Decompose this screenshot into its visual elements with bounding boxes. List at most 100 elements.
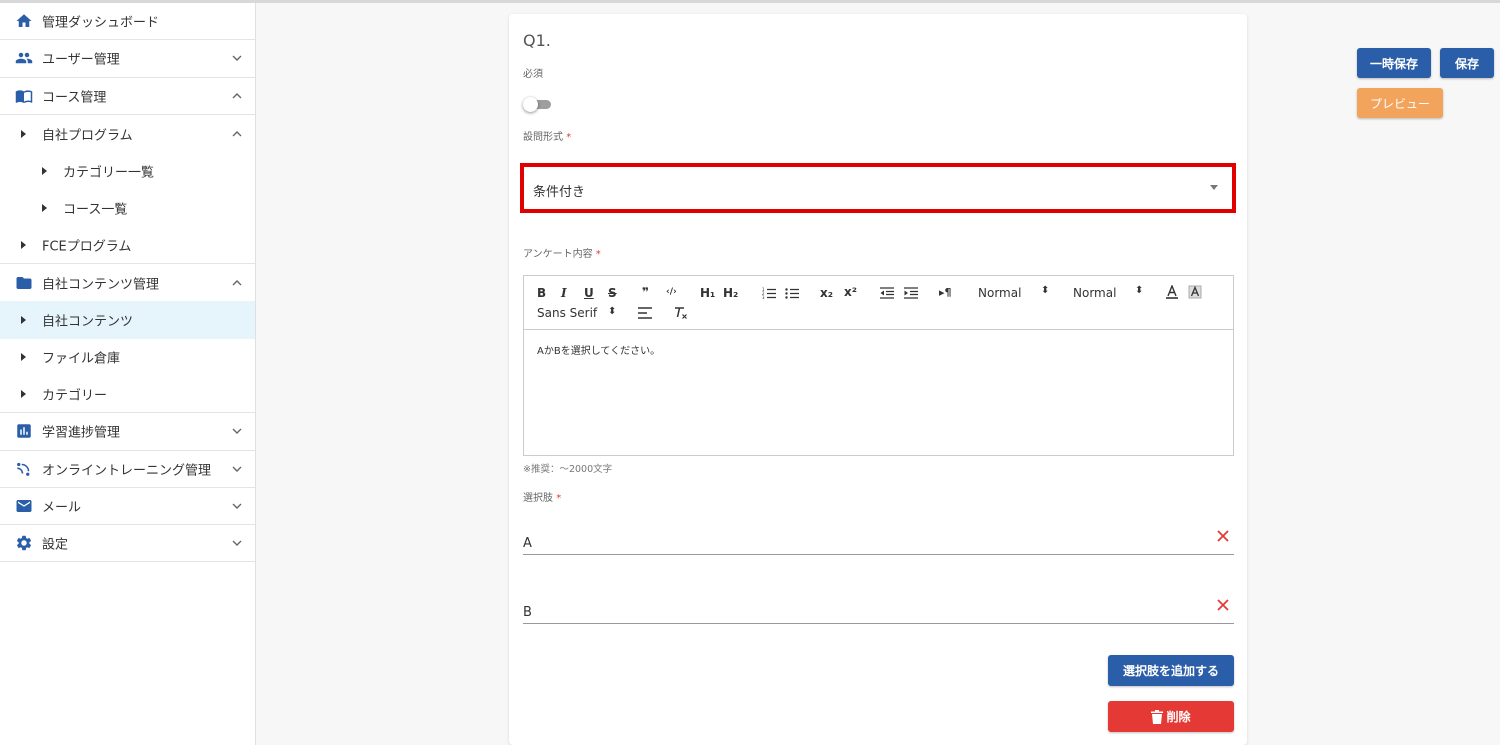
question-title: Q1. [523,31,551,50]
rtl-button[interactable]: ▸¶ [939,286,952,299]
content-label: アンケート内容 * [523,245,601,260]
broadcast-icon [17,462,30,476]
caret-right-icon [21,129,26,138]
mail-icon [16,500,32,512]
text-color-icon[interactable] [1165,285,1179,299]
bar-chart-icon [17,424,31,439]
sidebar-item-label: ファイル倉庫 [42,351,121,367]
underline-button[interactable]: U [584,286,594,300]
delete-button[interactable]: 削除 [1108,701,1234,732]
sidebar-item-category[interactable]: カテゴリー [0,376,255,414]
required-toggle[interactable] [523,97,553,112]
h2-button[interactable]: H₂ [723,286,738,300]
bullet-list-icon[interactable] [785,287,799,299]
trash-icon [1151,709,1164,724]
sidebar-item-users[interactable]: ユーザー管理 [0,40,255,78]
gear-icon [16,536,32,551]
sidebar-item-label: 自社コンテンツ [42,314,134,330]
quote-button[interactable]: ❞ [642,285,649,299]
ordered-list-icon[interactable]: 123 [762,287,776,299]
sidebar-item-settings[interactable]: 設定 [0,525,255,563]
format-label-text: 設問形式 [523,132,563,143]
h1-button[interactable]: H₁ [700,286,715,300]
home-icon [16,14,32,28]
format-label: 設問形式 * [523,128,571,143]
select-arrows-icon: ⬍ [1135,285,1144,296]
preview-button[interactable]: プレビュー [1357,88,1443,118]
remove-choice-icon[interactable] [1216,529,1230,543]
sidebar-item-category-list[interactable]: カテゴリー一覧 [0,152,255,189]
sidebar-item-dashboard[interactable]: 管理ダッシュボード [0,3,255,41]
size-select[interactable]: Normal [978,286,1021,300]
sidebar-item-label: メール [42,500,82,516]
sidebar-item-label: コース一覧 [63,202,128,218]
chevron-down-icon [232,428,242,435]
temp-save-button[interactable]: 一時保存 [1357,48,1431,78]
sidebar-item-course-management[interactable]: コース管理 [0,78,255,115]
sidebar-item-fce-program[interactable]: FCEプログラム [0,227,255,265]
editor-content[interactable]: AかBを選択してください。 [537,342,660,357]
chevron-up-icon [232,279,242,286]
sidebar-item-content-management[interactable]: 自社コンテンツ管理 [0,264,255,301]
choice-value: B [523,605,532,620]
choice-input[interactable]: B [523,594,1234,624]
delete-button-label: 削除 [1166,710,1191,724]
save-button[interactable]: 保存 [1440,48,1494,78]
required-label: 必須 [523,69,543,80]
choice-input[interactable]: A [523,525,1234,555]
header-select[interactable]: Normal [1073,286,1116,300]
sidebar-item-label: オンライントレーニング管理 [42,463,212,479]
sidebar-item-own-content[interactable]: 自社コンテンツ [0,301,255,339]
chevron-down-icon [232,540,242,547]
add-choice-button[interactable]: 選択肢を追加する [1108,655,1234,686]
sidebar-item-label: コース管理 [42,90,107,106]
sidebar-item-mail[interactable]: メール [0,488,255,526]
sidebar-item-learning-progress[interactable]: 学習進捗管理 [0,413,255,451]
sidebar-item-course-list[interactable]: コース一覧 [0,189,255,226]
chevron-down-icon [232,503,242,509]
format-select[interactable]: 条件付き [520,163,1236,213]
rich-text-editor: B I U S ❞ ‹/› H₁ H₂ 123 x₂ x² ▸¶ Normal … [523,275,1234,456]
editor-toolbar: B I U S ❞ ‹/› H₁ H₂ 123 x₂ x² ▸¶ Normal … [524,276,1233,330]
book-icon [15,90,33,103]
format-select-value: 条件付き [533,185,586,200]
caret-right-icon [21,390,26,399]
select-arrows-icon: ⬍ [1041,285,1050,296]
indent-icon[interactable] [904,287,918,299]
background-color-icon[interactable] [1188,285,1202,299]
clear-format-icon[interactable] [674,306,688,320]
chevron-down-icon [232,466,242,472]
code-button[interactable]: ‹/› [666,287,677,297]
sidebar-item-label: 設定 [42,537,69,553]
toggle-knob [523,97,538,112]
caret-right-icon [21,353,26,362]
strike-button[interactable]: S [608,286,617,300]
chevron-up-icon [232,130,242,137]
sidebar-item-label: 自社コンテンツ管理 [42,277,160,293]
superscript-button[interactable]: x² [844,285,857,299]
font-select[interactable]: Sans Serif [537,306,597,320]
sidebar-item-label: FCEプログラム [42,239,132,255]
chevron-up-icon [232,92,242,99]
dropdown-arrow-icon [1210,185,1218,190]
remove-choice-icon[interactable] [1216,598,1230,612]
folder-icon [16,276,32,289]
question-card: Q1. 必須 設問形式 * 条件付き アンケート内容 * B I U S ❞ ‹… [509,14,1247,745]
outdent-icon[interactable] [880,287,894,299]
sidebar-item-label: 管理ダッシュボード [42,15,160,31]
chevron-down-icon [232,55,242,62]
italic-button[interactable]: I [561,286,567,300]
users-icon [15,53,33,64]
sidebar-item-online-training[interactable]: オンライントレーニング管理 [0,451,255,488]
choice-value: A [523,536,532,551]
bold-button[interactable]: B [537,286,546,300]
subscript-button[interactable]: x₂ [820,286,833,300]
sidebar-item-file-storage[interactable]: ファイル倉庫 [0,339,255,376]
sidebar-item-own-program[interactable]: 自社プログラム [0,115,255,152]
content-label-text: アンケート内容 [523,249,593,260]
select-arrows-icon: ⬍ [608,306,617,317]
sidebar-item-label: カテゴリー [42,388,108,404]
svg-text:3: 3 [762,295,765,299]
align-icon[interactable] [638,307,652,319]
sidebar-item-label: カテゴリー一覧 [63,165,155,181]
